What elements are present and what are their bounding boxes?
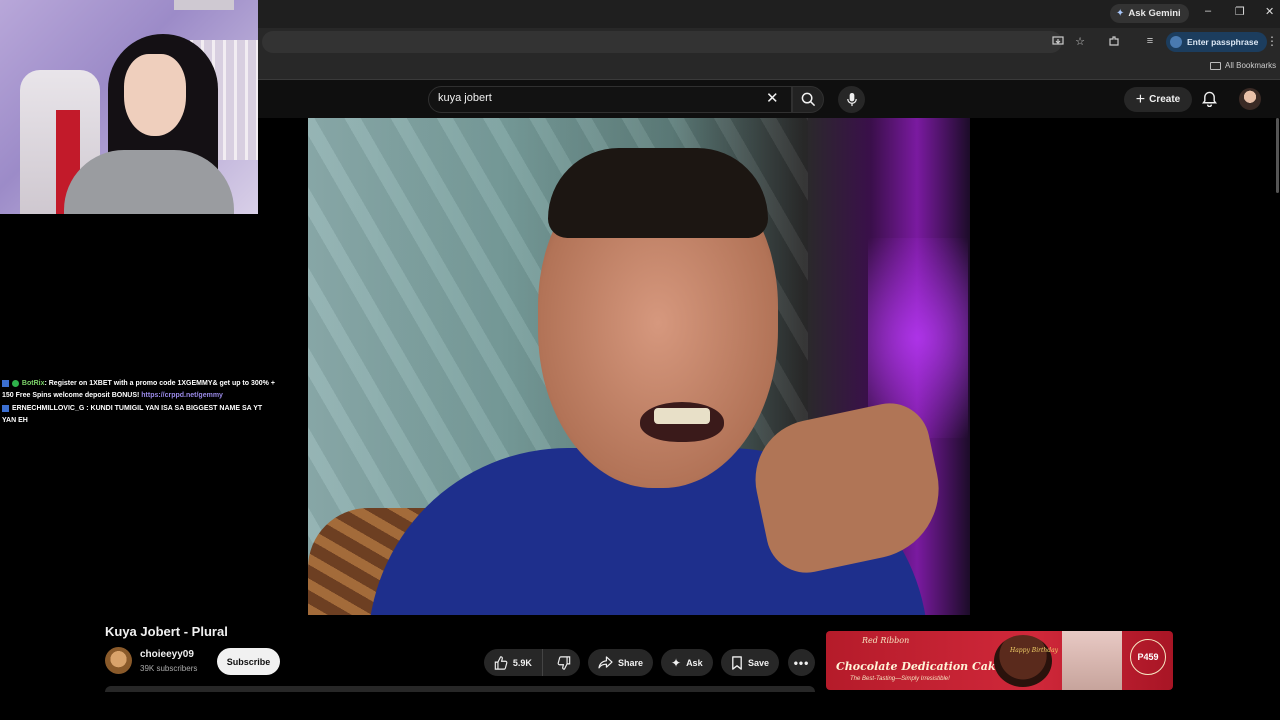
create-label: Create [1149,94,1181,105]
stream-chat: BotRix: Register on 1XBET with a promo c… [2,378,278,428]
ask-gemini-button[interactable]: ✦ Ask Gemini [1110,4,1189,23]
search-icon [801,92,815,107]
media-controls-icon[interactable]: ≡ [1143,34,1157,48]
share-label: Share [618,657,644,668]
chat-link[interactable]: https://crppd.net/gemmy [141,392,223,399]
video-player[interactable] [308,118,970,615]
like-dislike-group: 5.9K [484,649,580,676]
star-icon[interactable]: ☆ [1073,34,1087,48]
ad-tagline: The Best-Tasting—Simply Irresistible! [850,676,950,682]
search-query: kuya jobert [438,92,492,104]
chat-message: ERNECHMILLOVIC_G : KUNDI TUMIGIL YAN ISA… [2,403,278,426]
profile-avatar-icon [1170,36,1182,48]
like-button[interactable]: 5.9K [484,649,543,676]
close-window-icon[interactable]: ✕ [1265,5,1274,18]
ad-model-image [1062,631,1122,690]
plus-icon: + [1135,90,1146,108]
gemini-sparkle-icon: ✦ [1116,8,1125,19]
bell-icon[interactable] [1202,91,1217,112]
share-icon [598,656,613,669]
ask-button[interactable]: ✦ Ask [661,649,713,676]
subscriber-count: 39K subscribers [140,664,198,673]
chat-username: ERNECHMILLOVIC_G [11,405,85,412]
bot-badge-icon [11,379,19,387]
search-button[interactable] [792,86,824,113]
channel-avatar[interactable] [105,647,132,674]
install-app-icon[interactable] [1051,34,1065,48]
all-bookmarks-label: All Bookmarks [1225,61,1277,70]
voice-search-button[interactable] [838,86,865,113]
more-horizontal-icon: ••• [793,655,810,670]
clear-search-icon[interactable]: ✕ [766,90,779,108]
ad-cake-text: Happy Birthday [1010,647,1059,654]
ad-cake-image [994,635,1052,687]
ad-headline: Chocolate Dedication Cake [836,660,1003,673]
create-button[interactable]: + Create [1124,87,1192,112]
subscribe-button[interactable]: Subscribe [217,648,280,675]
ad-banner[interactable]: Red Ribbon Chocolate Dedication Cake The… [826,631,1173,690]
mic-icon [846,92,857,107]
save-label: Save [748,657,770,668]
streamer-webcam [0,0,258,214]
channel-name[interactable]: choieeyy09 [140,649,194,660]
account-avatar[interactable] [1239,88,1261,110]
video-title: Kuya Jobert - Plural [105,624,228,639]
platform-badge-icon [2,404,9,412]
thumbs-down-icon [557,655,571,670]
page-scrollbar[interactable] [1276,118,1279,193]
platform-badge-icon [2,379,9,387]
ad-price-badge: P459 [1130,639,1166,675]
restore-icon[interactable]: ❐ [1235,5,1245,18]
extensions-icon[interactable] [1107,34,1121,48]
bookmark-icon [732,655,742,670]
all-bookmarks-button[interactable]: All Bookmarks [1210,61,1276,70]
chat-message: BotRix: Register on 1XBET with a promo c… [2,378,278,401]
sparkle-icon: ✦ [671,655,682,670]
thumbs-up-icon [494,655,508,670]
browser-menu-icon[interactable]: ⋮ [1266,34,1278,48]
minimize-icon[interactable]: – [1205,5,1211,17]
address-bar[interactable] [262,31,1062,53]
folder-icon [1210,61,1221,70]
more-actions-button[interactable]: ••• [788,649,815,676]
dislike-button[interactable] [548,649,580,676]
ask-gemini-label: Ask Gemini [1128,8,1181,19]
passphrase-label: Enter passphrase [1187,37,1259,47]
chat-username: BotRix [21,380,45,387]
save-button[interactable]: Save [721,649,780,676]
ad-brand: Red Ribbon [862,636,910,645]
like-count: 5.9K [512,657,532,668]
ask-label: Ask [686,657,703,668]
description-box[interactable] [105,686,815,692]
share-button[interactable]: Share [588,649,654,676]
enter-passphrase-button[interactable]: Enter passphrase [1166,32,1268,52]
